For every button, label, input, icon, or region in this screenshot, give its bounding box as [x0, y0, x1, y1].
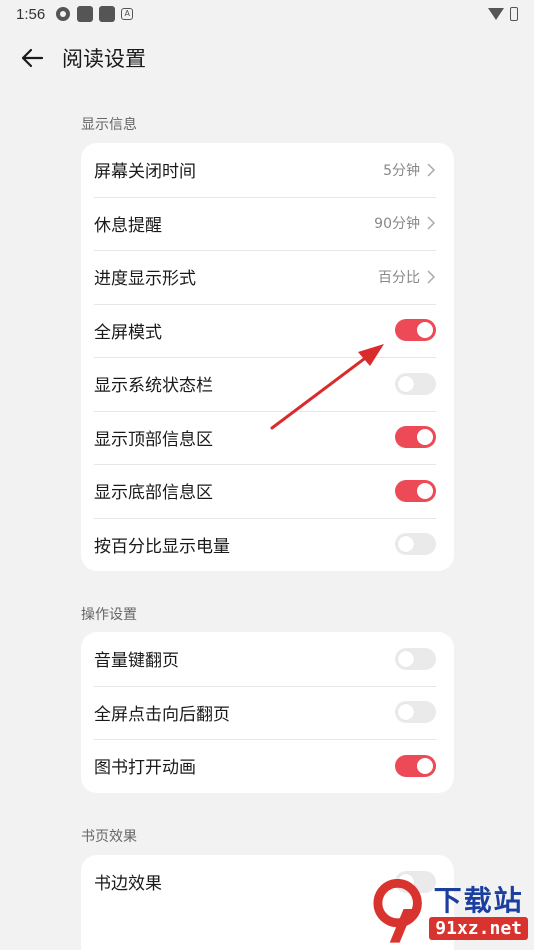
- volume-key-page-toggle[interactable]: [395, 647, 436, 670]
- setting-row-show-status-bar: 显示系统状态栏: [81, 357, 454, 411]
- book-open-animation-toggle[interactable]: [395, 754, 436, 777]
- fullscreen-mode-toggle[interactable]: [395, 319, 436, 342]
- setting-row-show-bottom-info: 显示底部信息区: [81, 464, 454, 518]
- setting-value: 百分比: [378, 267, 436, 287]
- setting-label: 显示顶部信息区: [94, 429, 213, 450]
- show-bottom-info-toggle[interactable]: [395, 479, 436, 502]
- app-notification-icon: [99, 6, 116, 22]
- chevron-right-icon: [427, 216, 436, 230]
- battery-icon: [510, 7, 518, 21]
- back-button[interactable]: [18, 44, 46, 72]
- show-top-info-toggle[interactable]: [395, 426, 436, 449]
- wifi-icon: [488, 8, 504, 20]
- section-label-display: 显示信息: [81, 117, 137, 133]
- card-operation-settings: 音量键翻页 全屏点击向后翻页 图书打开动画: [81, 632, 454, 793]
- status-bar: 1:56 A: [0, 0, 534, 28]
- status-time: 1:56: [16, 5, 46, 23]
- setting-label: 显示系统状态栏: [94, 376, 213, 397]
- setting-row-book-open-animation: 图书打开动画: [81, 739, 454, 793]
- setting-label: 按百分比显示电量: [94, 536, 230, 557]
- setting-label: 进度显示形式: [94, 269, 196, 290]
- setting-label: 显示底部信息区: [94, 483, 213, 504]
- setting-label: 全屏模式: [94, 322, 162, 343]
- app-header: 阅读设置: [0, 36, 534, 80]
- app-notification-icon: [77, 6, 94, 22]
- back-arrow-icon: [21, 48, 44, 68]
- card-display-settings: 屏幕关闭时间 5分钟 休息提醒 90分钟 进度显示形式 百分比 全屏模式 显示系…: [81, 143, 454, 571]
- watermark-domain: 91xz.net: [429, 916, 528, 940]
- chevron-right-icon: [427, 270, 436, 284]
- watermark-logo-icon: [373, 879, 422, 943]
- chevron-right-icon: [427, 163, 436, 177]
- site-watermark: 下载站 91xz.net: [370, 876, 528, 948]
- section-label-operation: 操作设置: [81, 607, 137, 623]
- battery-percent-toggle[interactable]: [395, 533, 436, 556]
- page-title: 阅读设置: [62, 47, 146, 71]
- setting-row-fullscreen-tap-next: 全屏点击向后翻页: [81, 685, 454, 740]
- setting-label: 屏幕关闭时间: [94, 162, 196, 183]
- setting-row-volume-key-page: 音量键翻页: [81, 632, 454, 686]
- setting-row-progress-format[interactable]: 进度显示形式 百分比: [81, 250, 454, 304]
- setting-row-show-top-info: 显示顶部信息区: [81, 410, 454, 465]
- setting-row-rest-reminder[interactable]: 休息提醒 90分钟: [81, 196, 454, 251]
- fullscreen-tap-next-toggle[interactable]: [395, 701, 436, 724]
- setting-row-screen-off-time[interactable]: 屏幕关闭时间 5分钟: [81, 143, 454, 197]
- setting-label: 书边效果: [94, 874, 162, 895]
- setting-label: 图书打开动画: [94, 758, 196, 779]
- status-notification-icons: A: [55, 6, 134, 22]
- setting-label: 音量键翻页: [94, 651, 179, 672]
- section-label-page-effect: 书页效果: [81, 829, 137, 845]
- setting-value: 5分钟: [383, 160, 436, 180]
- setting-value: 90分钟: [374, 213, 436, 233]
- a-badge-icon: A: [121, 8, 134, 20]
- setting-label: 休息提醒: [94, 215, 162, 236]
- watermark-title: 下载站: [433, 883, 524, 917]
- setting-label: 全屏点击向后翻页: [94, 704, 230, 725]
- show-status-bar-toggle[interactable]: [395, 372, 436, 395]
- aperture-icon: [56, 7, 71, 21]
- setting-row-battery-percent: 按百分比显示电量: [81, 517, 454, 572]
- setting-row-fullscreen-mode: 全屏模式: [81, 303, 454, 358]
